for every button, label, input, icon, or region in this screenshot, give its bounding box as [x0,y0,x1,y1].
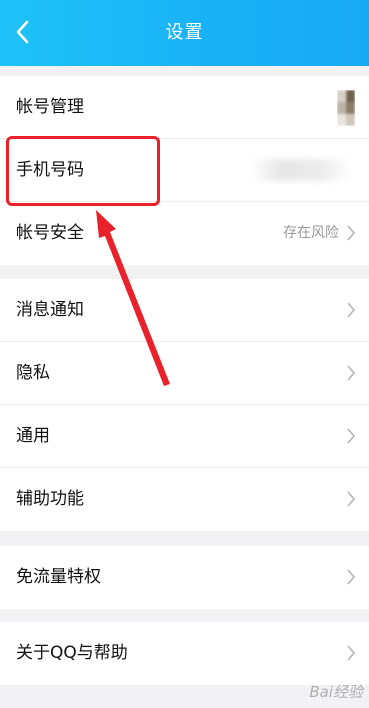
settings-page: 设置 帐号管理 手机号码 帐号安全 存在风险 消息通知 隐私 通用 辅助功能 免… [0,0,369,708]
annotation-arrow [96,210,170,386]
watermark: Bai经验 [309,683,363,701]
